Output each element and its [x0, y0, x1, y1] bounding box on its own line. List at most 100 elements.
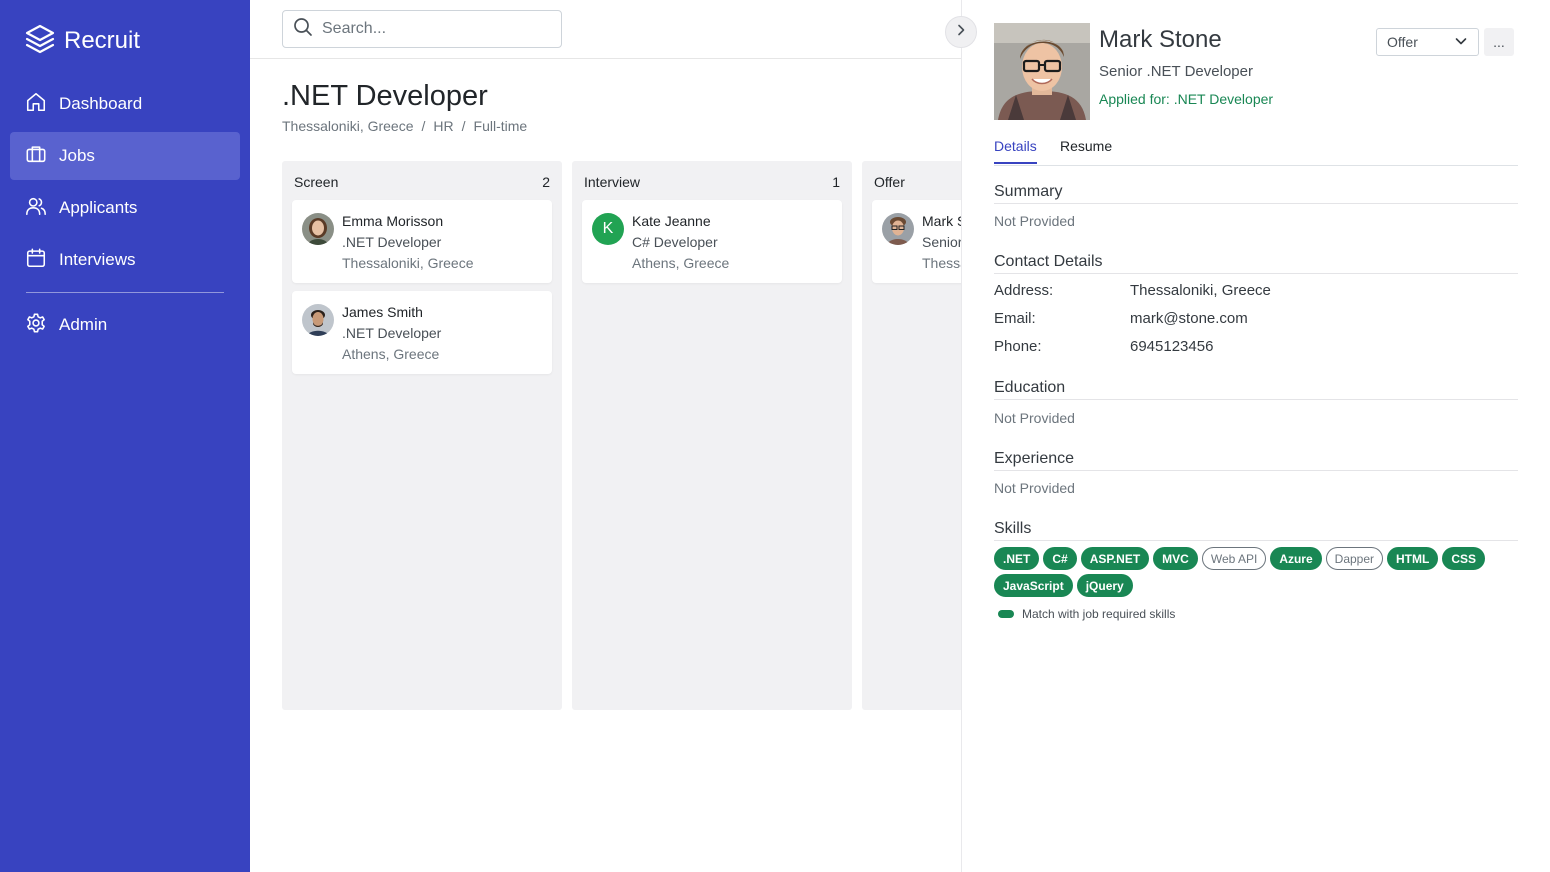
sidebar-item-label: Dashboard — [59, 94, 143, 113]
candidate-card[interactable]: Mark Stone Senior .NET Developer Thessal… — [872, 200, 961, 283]
skill-badge: .NET — [994, 547, 1040, 570]
status-select[interactable]: Offer — [1376, 28, 1479, 56]
summary-value: Not Provided — [994, 213, 1075, 229]
column-title: Interview — [584, 174, 641, 190]
column-count: 2 — [542, 174, 550, 190]
tab-details[interactable]: Details — [994, 138, 1037, 164]
candidate-location: Thessaloniki, Greece — [922, 255, 961, 271]
candidate-role: .NET Developer — [342, 234, 442, 250]
topbar — [250, 0, 961, 59]
candidate-card[interactable]: K Kate Jeanne C# Developer Athens, Greec… — [582, 200, 842, 283]
detail-tabs: Details Resume — [994, 138, 1518, 166]
skill-badge: ASP.NET — [1080, 547, 1150, 570]
job-department: HR — [433, 118, 454, 134]
candidate-name: Kate Jeanne — [632, 213, 711, 229]
search-input[interactable] — [322, 20, 552, 38]
collapse-panel-button[interactable] — [945, 16, 977, 48]
sidebar-item-jobs[interactable]: Jobs — [10, 132, 240, 180]
skill-badge: HTML — [1387, 547, 1439, 570]
search-box[interactable] — [282, 10, 562, 48]
phone-label: Phone: — [994, 338, 1042, 355]
skill-badge: CSS — [1442, 547, 1486, 570]
column-count: 1 — [832, 174, 840, 190]
candidate-location: Thessaloniki, Greece — [342, 255, 474, 271]
column-title: Screen — [294, 174, 339, 190]
sidebar-item-dashboard[interactable]: Dashboard — [10, 80, 240, 128]
skills-legend: Match with job required skills — [998, 607, 1175, 621]
skill-badge: C# — [1043, 547, 1077, 570]
gear-icon — [25, 312, 47, 339]
skill-badge: JavaScript — [994, 574, 1073, 597]
column-header: Interview 1 — [584, 174, 840, 190]
job-type: Full-time — [473, 118, 528, 134]
applicant-photo — [994, 23, 1090, 120]
avatar — [302, 213, 334, 245]
applied-for: Applied for: .NET Developer — [1099, 91, 1274, 107]
section-heading-summary: Summary — [994, 183, 1518, 204]
more-options-label: ... — [1493, 34, 1505, 50]
section-heading-contact: Contact Details — [994, 253, 1518, 274]
sidebar-divider — [26, 292, 224, 293]
brand-name: Recruit — [64, 27, 141, 54]
legend-label: Match with job required skills — [1022, 607, 1176, 621]
skill-badge: Dapper — [1325, 547, 1384, 570]
column-screen: Screen 2 Emma Morisson .NET Developer Th… — [282, 161, 562, 710]
sidebar-item-applicants[interactable]: Applicants — [10, 184, 240, 232]
candidate-name: Emma Morisson — [342, 213, 444, 229]
candidate-card[interactable]: James Smith .NET Developer Athens, Greec… — [292, 291, 552, 374]
avatar — [302, 304, 334, 336]
skills-list: .NET C# ASP.NET MVC Web API Azure Dapper HTML CS… — [994, 547, 1514, 597]
skill-badge: jQuery — [1076, 574, 1133, 597]
sidebar-item-interviews[interactable]: Interviews — [10, 236, 240, 284]
applicant-detail-panel: Mark Stone Senior .NET Developer Applied… — [961, 0, 1550, 872]
candidate-location: Athens, Greece — [342, 346, 440, 362]
column-header: Offer — [874, 174, 961, 190]
briefcase-icon — [25, 143, 47, 170]
breadcrumb-separator: / — [461, 118, 466, 134]
sidebar-item-label: Jobs — [59, 146, 95, 165]
phone-value: 6945123456 — [1130, 338, 1214, 355]
skill-badge: Web API — [1201, 547, 1267, 570]
status-value: Offer — [1387, 34, 1418, 50]
search-icon — [293, 17, 313, 42]
chevron-right-icon — [954, 23, 968, 42]
candidate-role: Senior .NET Developer — [922, 234, 961, 250]
home-icon — [25, 91, 47, 118]
more-options-button[interactable]: ... — [1484, 28, 1514, 56]
job-location: Thessaloniki, Greece — [282, 118, 414, 134]
users-icon — [25, 195, 47, 222]
candidate-card[interactable]: Emma Morisson .NET Developer Thessalonik… — [292, 200, 552, 283]
experience-value: Not Provided — [994, 480, 1075, 496]
calendar-icon — [25, 247, 47, 274]
candidate-name: James Smith — [342, 304, 423, 320]
brand[interactable]: Recruit — [24, 24, 140, 58]
page-title: .NET Developer — [282, 80, 488, 112]
section-heading-skills: Skills — [994, 520, 1518, 541]
avatar: K — [592, 213, 624, 245]
candidate-name: Mark Stone — [922, 213, 961, 229]
layers-logo-icon — [24, 23, 56, 60]
section-heading-education: Education — [994, 379, 1518, 400]
education-value: Not Provided — [994, 410, 1075, 426]
address-value: Thessaloniki, Greece — [1130, 282, 1271, 299]
section-heading-experience: Experience — [994, 450, 1518, 471]
breadcrumb-separator: / — [421, 118, 426, 134]
column-title: Offer — [874, 174, 905, 190]
skill-badge: MVC — [1153, 547, 1198, 570]
column-header: Screen 2 — [294, 174, 550, 190]
candidate-role: C# Developer — [632, 234, 718, 250]
column-interview: Interview 1 K Kate Jeanne C# Developer A… — [572, 161, 852, 710]
column-offer: Offer Mark Stone Senior .NET Developer T… — [862, 161, 961, 710]
skill-badge: Azure — [1270, 547, 1322, 570]
candidate-location: Athens, Greece — [632, 255, 730, 271]
candidate-role: .NET Developer — [342, 325, 442, 341]
sidebar-item-label: Applicants — [59, 198, 138, 217]
email-value: mark@stone.com — [1130, 310, 1248, 327]
sidebar-item-label: Interviews — [59, 250, 136, 269]
sidebar-item-admin[interactable]: Admin — [10, 301, 240, 349]
address-label: Address: — [994, 282, 1054, 299]
legend-swatch — [998, 610, 1014, 618]
applicant-title: Senior .NET Developer — [1099, 63, 1253, 80]
applicant-name: Mark Stone — [1099, 26, 1222, 53]
tab-resume[interactable]: Resume — [1060, 138, 1112, 162]
